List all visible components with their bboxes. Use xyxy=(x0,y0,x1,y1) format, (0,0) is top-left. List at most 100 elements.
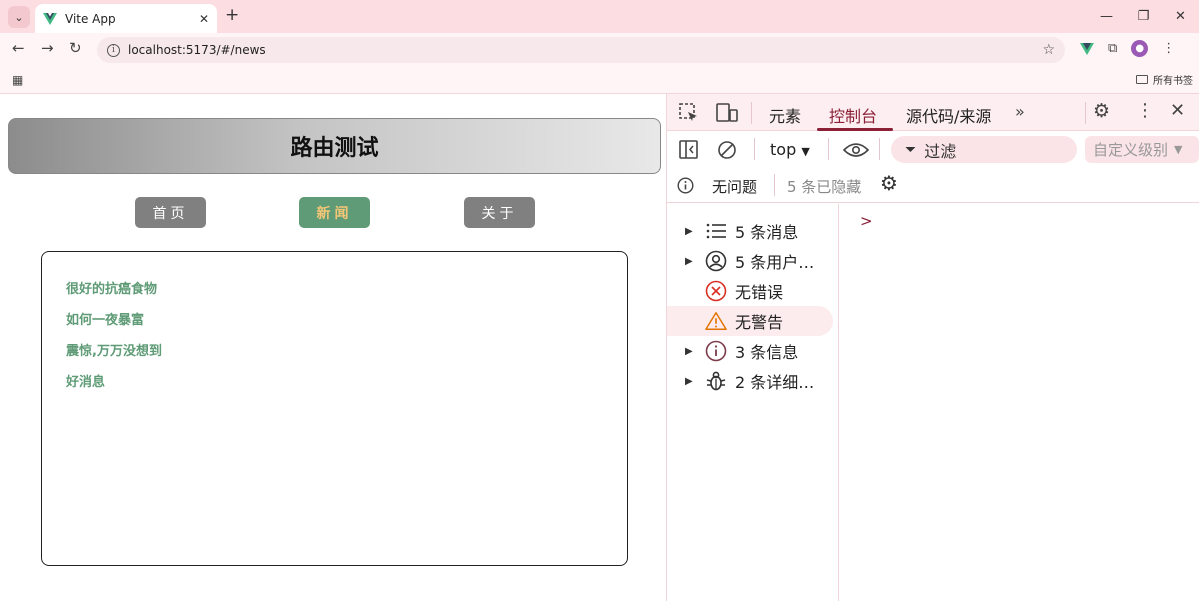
nav-link-home[interactable]: 首页 xyxy=(135,197,206,228)
sidebar-item-label: 5 条消息 xyxy=(735,223,799,242)
back-button[interactable]: ← xyxy=(12,39,25,57)
sidebar-item-label: 3 条信息 xyxy=(735,343,799,362)
news-content-box: 很好的抗癌食物 如何一夜暴富 震惊,万万没想到 好消息 xyxy=(41,251,628,566)
inspect-element-icon[interactable] xyxy=(679,103,699,123)
profile-avatar[interactable]: ● xyxy=(1131,40,1149,57)
browser-tab[interactable]: Vite App ✕ xyxy=(35,4,217,33)
vue-devtools-icon[interactable] xyxy=(1080,42,1094,55)
tab-console[interactable]: 控制台 xyxy=(829,103,877,127)
issues-bar: 无问题 5 条已隐藏 ⚙ xyxy=(667,167,1199,203)
console-settings-gear-icon[interactable]: ⚙ xyxy=(880,171,898,195)
issues-info-icon xyxy=(677,177,694,194)
devtools-tab-bar: 元素 控制台 源代码/来源 » ⚙ ⋮ ✕ xyxy=(667,94,1199,131)
info-icon xyxy=(705,340,727,362)
sidebar-item-label: 5 条用户… xyxy=(735,253,815,272)
live-expression-eye-icon[interactable] xyxy=(843,142,869,158)
list-item: 很好的抗癌食物 xyxy=(66,278,162,309)
web-page: 路由测试 首页 新闻 关于 很好的抗癌食物 如何一夜暴富 震惊,万万没想到 好消… xyxy=(0,94,666,601)
expand-arrow-icon: ▶ xyxy=(685,345,693,357)
sidebar-item-errors[interactable]: 无错误 xyxy=(667,276,833,306)
issues-link[interactable]: 无问题 xyxy=(712,176,757,197)
sidebar-toggle-icon[interactable] xyxy=(679,140,699,160)
address-bar[interactable]: i localhost:5173/#/news ☆ xyxy=(97,37,1065,63)
url-text: localhost:5173/#/news xyxy=(128,43,266,57)
page-title: 路由测试 xyxy=(8,118,661,174)
divider xyxy=(774,174,775,196)
apps-grid-icon[interactable]: ▦ xyxy=(12,73,23,87)
expand-arrow-icon: ▶ xyxy=(685,375,693,387)
list-icon xyxy=(705,220,727,242)
bookmark-star-icon[interactable]: ☆ xyxy=(1042,42,1055,58)
restore-button[interactable]: ❐ xyxy=(1125,0,1162,33)
sidebar-item-verbose[interactable]: ▶ 2 条详细… xyxy=(667,366,833,396)
news-link[interactable]: 很好的抗癌食物 xyxy=(66,282,157,297)
tab-title: Vite App xyxy=(65,11,116,26)
all-bookmarks-label: 所有书签 xyxy=(1153,76,1193,87)
divider xyxy=(828,138,829,160)
forward-button[interactable]: → xyxy=(41,39,54,57)
bookmarks-bar: ▦ 所有书签 xyxy=(0,65,1199,94)
settings-gear-icon[interactable]: ⚙ xyxy=(1093,100,1110,122)
reload-button[interactable]: ↻ xyxy=(69,39,82,57)
console-prompt-icon[interactable]: > xyxy=(860,212,873,230)
site-info-icon[interactable]: i xyxy=(107,43,120,57)
clear-console-icon[interactable] xyxy=(717,140,737,160)
new-tab-button[interactable]: + xyxy=(225,5,239,25)
sidebar-item-info[interactable]: ▶ 3 条信息 xyxy=(667,336,833,366)
bug-icon xyxy=(705,370,727,392)
kebab-menu-icon[interactable]: ⋮ xyxy=(1136,100,1154,121)
close-tab-icon[interactable]: ✕ xyxy=(199,12,209,26)
filter-funnel-icon: ⏷ xyxy=(905,141,917,158)
minimize-button[interactable]: — xyxy=(1088,0,1125,33)
close-window-button[interactable]: ✕ xyxy=(1162,0,1199,33)
list-item: 震惊,万万没想到 xyxy=(66,340,162,371)
error-icon xyxy=(705,280,727,302)
sidebar-item-label: 2 条详细… xyxy=(735,373,815,392)
dropdown-arrow-icon: ▼ xyxy=(1174,143,1183,156)
expand-arrow-icon: ▶ xyxy=(685,225,693,237)
sidebar-item-label: 无警告 xyxy=(735,313,784,332)
news-link[interactable]: 震惊,万万没想到 xyxy=(66,344,162,359)
sidebar-item-user-messages[interactable]: ▶ 5 条用户… xyxy=(667,246,833,276)
nav-link-news[interactable]: 新闻 xyxy=(299,197,370,228)
filter-placeholder: 过滤 xyxy=(924,141,957,161)
extensions-area: ⧉ ● ⋮ xyxy=(1080,40,1175,57)
divider xyxy=(754,138,755,160)
divider xyxy=(751,102,752,124)
expand-arrow-icon: ▶ xyxy=(685,255,693,267)
nav-link-about[interactable]: 关于 xyxy=(464,197,535,228)
log-levels-dropdown[interactable]: 自定义级别 ▼ xyxy=(1085,136,1199,163)
context-selector[interactable]: top ▼ xyxy=(770,140,810,159)
window-controls: — ❐ ✕ xyxy=(1088,0,1199,33)
news-link[interactable]: 好消息 xyxy=(66,375,105,390)
list-item: 好消息 xyxy=(66,371,162,402)
tab-strip: ⌄ Vite App ✕ + — ❐ ✕ xyxy=(0,0,1199,33)
vue-logo-icon xyxy=(43,12,57,25)
news-list: 很好的抗癌食物 如何一夜暴富 震惊,万万没想到 好消息 xyxy=(66,278,162,402)
console-toolbar: top ▼ ⏷ 过滤 自定义级别 ▼ xyxy=(667,132,1199,167)
more-tabs-icon[interactable]: » xyxy=(1015,102,1025,121)
extensions-puzzle-icon[interactable]: ⧉ xyxy=(1108,41,1117,56)
list-item: 如何一夜暴富 xyxy=(66,309,162,340)
console-sidebar: ▶ 5 条消息 ▶ 5 条用户… 无错误 无警告 ▶ 3 条信息 ▶ 2 条详细… xyxy=(667,204,839,601)
device-toolbar-icon[interactable] xyxy=(716,103,738,123)
filter-input[interactable]: ⏷ 过滤 xyxy=(891,136,1077,163)
context-label: top xyxy=(770,140,797,159)
tab-search-button[interactable]: ⌄ xyxy=(8,6,30,28)
news-link[interactable]: 如何一夜暴富 xyxy=(66,313,144,328)
dropdown-arrow-icon: ▼ xyxy=(801,145,810,158)
sidebar-item-messages[interactable]: ▶ 5 条消息 xyxy=(667,216,833,246)
tab-elements[interactable]: 元素 xyxy=(769,103,801,127)
active-tab-indicator xyxy=(817,128,893,131)
divider xyxy=(879,138,880,160)
log-levels-label: 自定义级别 xyxy=(1093,141,1169,159)
sidebar-item-warnings[interactable]: 无警告 xyxy=(667,306,833,336)
user-icon xyxy=(705,250,727,272)
folder-icon xyxy=(1136,75,1148,84)
all-bookmarks-folder[interactable]: 所有书签 xyxy=(1136,72,1193,87)
menu-kebab-icon[interactable]: ⋮ xyxy=(1162,41,1175,56)
close-devtools-icon[interactable]: ✕ xyxy=(1170,100,1185,121)
hidden-count: 5 条已隐藏 xyxy=(787,178,862,196)
warning-icon xyxy=(705,310,727,332)
tab-sources[interactable]: 源代码/来源 xyxy=(906,103,991,127)
